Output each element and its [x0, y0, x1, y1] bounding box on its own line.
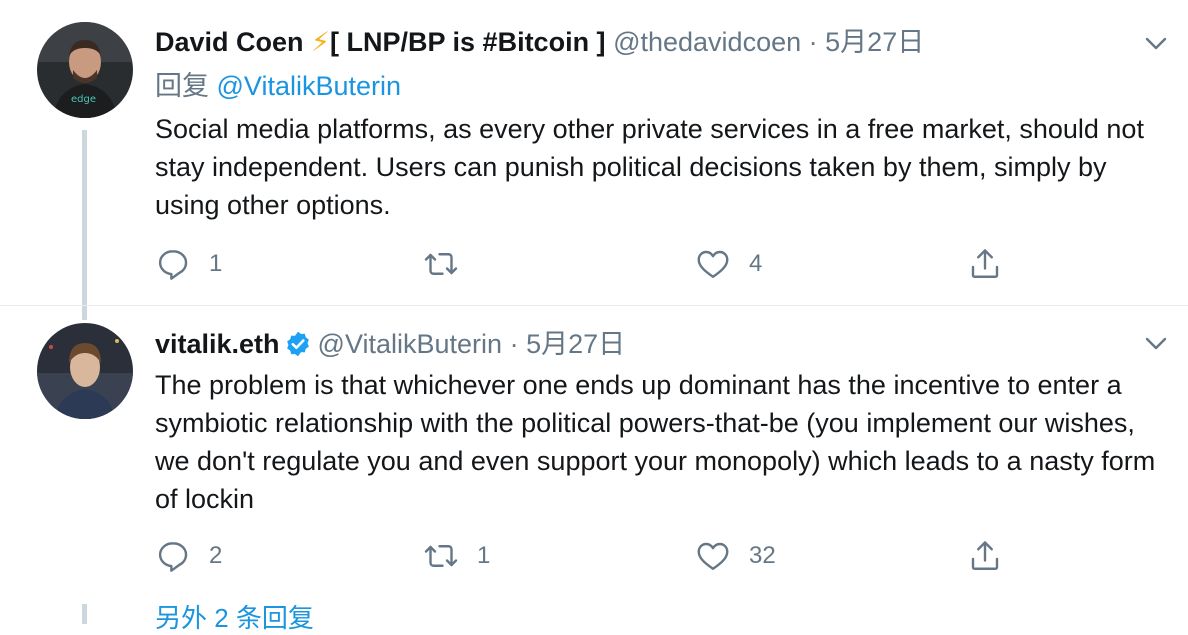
- lightning-bolt-icon: ⚡: [311, 27, 331, 57]
- share-icon: [971, 541, 999, 570]
- separator-dot: ·: [509, 329, 519, 359]
- share-icon: [971, 249, 999, 278]
- tweet-text: Social media platforms, as every other p…: [155, 114, 1144, 220]
- separator-dot: ·: [808, 27, 818, 57]
- tweet[interactable]: edge David Coen ⚡[ LNP/BP is #Bitcoin ] …: [0, 0, 1188, 306]
- author-handle[interactable]: @VitalikButerin: [318, 329, 503, 359]
- tweet-actions: 1 4: [155, 242, 1155, 286]
- share-button[interactable]: [967, 242, 1003, 286]
- avatar[interactable]: edge: [37, 22, 133, 118]
- reply-label: 回复: [155, 71, 209, 101]
- thread-line: [82, 604, 87, 624]
- author-name[interactable]: David Coen: [155, 27, 304, 57]
- like-button[interactable]: 32: [695, 534, 776, 578]
- reply-icon: [158, 250, 188, 280]
- thread-line: [82, 306, 87, 320]
- reply-button[interactable]: 2: [155, 534, 222, 578]
- reply-icon: [158, 542, 188, 572]
- svg-text:edge: edge: [71, 94, 96, 105]
- chevron-down-icon[interactable]: [1143, 330, 1169, 356]
- heart-icon: [697, 250, 729, 278]
- thread-line: [82, 130, 87, 306]
- author-name-suffix[interactable]: [ LNP/BP is #Bitcoin ]: [330, 27, 606, 57]
- show-more-replies-link[interactable]: 另外 2 条回复: [155, 598, 314, 635]
- author-name[interactable]: vitalik.eth: [155, 329, 280, 359]
- reply-count: 2: [209, 542, 223, 569]
- retweet-icon: [424, 253, 458, 275]
- retweet-button[interactable]: 1: [423, 534, 490, 578]
- author-handle[interactable]: @thedavidcoen: [613, 27, 801, 57]
- retweet-count: 1: [477, 542, 491, 569]
- tweet-header: David Coen ⚡[ LNP/BP is #Bitcoin ] @thed…: [155, 24, 924, 60]
- tweet-date[interactable]: 5月27日: [526, 329, 625, 359]
- like-count: 4: [749, 250, 763, 277]
- verified-badge-icon: [286, 331, 309, 357]
- tweet-actions: 2 1 32: [155, 534, 1155, 578]
- share-button[interactable]: [967, 534, 1003, 578]
- retweet-icon: [424, 545, 458, 567]
- like-button[interactable]: 4: [695, 242, 762, 286]
- heart-icon: [697, 542, 729, 570]
- tweet-header: vitalik.eth @VitalikButerin · 5月27日: [155, 326, 625, 362]
- reply-button[interactable]: 1: [155, 242, 222, 286]
- chevron-down-icon[interactable]: [1143, 30, 1169, 56]
- reply-to-link[interactable]: @VitalikButerin: [217, 71, 402, 101]
- tweet[interactable]: vitalik.eth @VitalikButerin · 5月27日 The p…: [0, 306, 1188, 624]
- tweet-text: The problem is that whichever one ends u…: [155, 370, 1156, 514]
- retweet-button[interactable]: [423, 242, 477, 286]
- reply-count: 1: [209, 250, 223, 277]
- like-count: 32: [749, 542, 776, 569]
- avatar[interactable]: [37, 323, 133, 419]
- tweet-date[interactable]: 5月27日: [825, 27, 924, 57]
- replying-to: 回复 @VitalikButerin: [155, 68, 401, 104]
